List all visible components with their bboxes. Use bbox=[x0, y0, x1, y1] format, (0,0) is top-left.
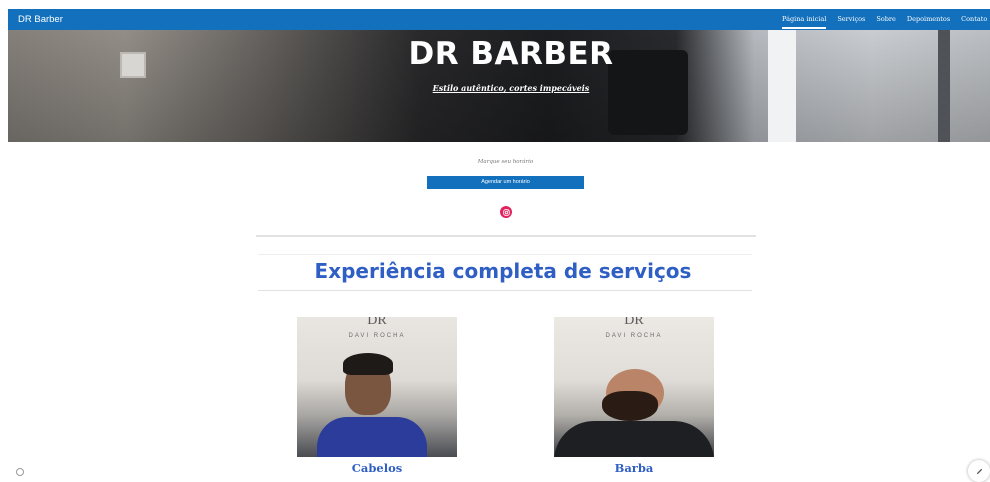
service-label-beard: Barba bbox=[614, 461, 654, 475]
client-shirt bbox=[554, 421, 714, 457]
service-label-hair: Cabelos bbox=[351, 461, 403, 475]
client-shirt bbox=[317, 417, 427, 457]
title-rule-top bbox=[258, 254, 752, 255]
nav-item-testimonials[interactable]: Depoimentos bbox=[907, 9, 950, 30]
client-hair bbox=[343, 353, 393, 375]
section-divider-top bbox=[256, 235, 756, 237]
watermark-text: DAVI ROCHA bbox=[605, 333, 663, 339]
hero-banner: DR BARBER Estilo autêntico, cortes impec… bbox=[8, 30, 990, 142]
client-beard bbox=[602, 391, 658, 421]
watermark-text: DAVI ROCHA bbox=[348, 333, 406, 339]
schedule-button[interactable]: Agendar um horário bbox=[427, 176, 584, 189]
top-nav-bar: DR Barber Página inicial Serviços Sobre … bbox=[8, 9, 990, 30]
info-icon[interactable] bbox=[16, 468, 24, 476]
pencil-icon bbox=[976, 468, 982, 474]
hero-subtitle: Estilo autêntico, cortes impecáveis bbox=[432, 83, 590, 93]
services-section-title: Experiência completa de serviços bbox=[314, 259, 692, 283]
nav-item-home[interactable]: Página inicial bbox=[782, 9, 827, 30]
haircut-service-image[interactable]: DR DAVI ROCHA bbox=[297, 317, 457, 457]
hero-title: DR BARBER bbox=[408, 36, 614, 72]
instagram-icon[interactable] bbox=[500, 206, 512, 218]
watermark-initials: DR bbox=[624, 317, 644, 328]
nav-item-services[interactable]: Serviços bbox=[837, 9, 865, 30]
nav-item-about[interactable]: Sobre bbox=[876, 9, 895, 30]
nav-item-contact[interactable]: Contato bbox=[961, 9, 987, 30]
main-nav: Página inicial Serviços Sobre Depoimento… bbox=[782, 9, 990, 30]
title-rule-bottom bbox=[258, 290, 752, 291]
booking-label: Marque seu horário bbox=[477, 159, 534, 165]
beard-service-image[interactable]: DR DAVI ROCHA bbox=[554, 317, 714, 457]
brand-name[interactable]: DR Barber bbox=[18, 14, 63, 25]
instagram-glyph bbox=[502, 208, 510, 216]
watermark-initials: DR bbox=[367, 317, 387, 328]
edit-pencil-button[interactable] bbox=[968, 460, 990, 482]
